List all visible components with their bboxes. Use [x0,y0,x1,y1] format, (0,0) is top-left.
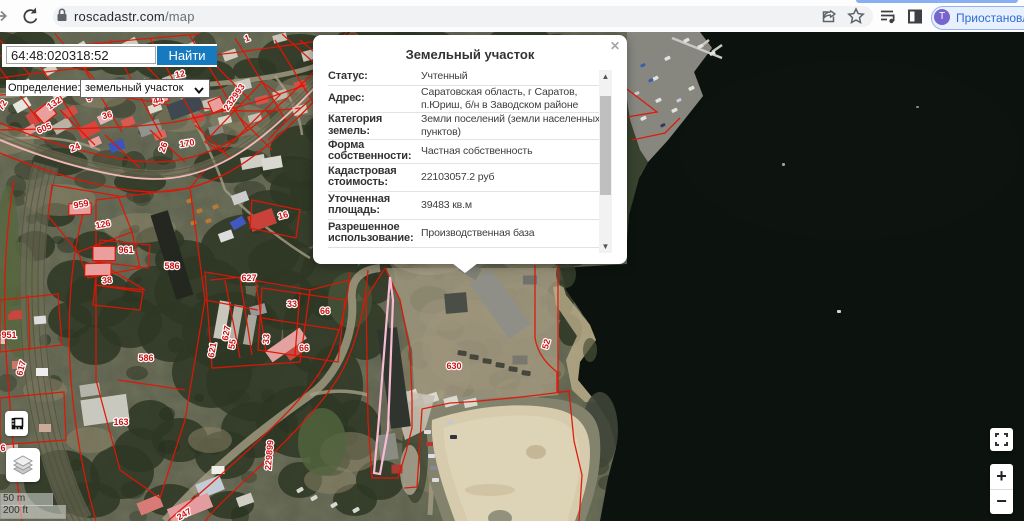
svg-text:961: 961 [118,245,133,255]
svg-text:586: 586 [138,353,153,363]
svg-text:55: 55 [226,338,238,350]
svg-text:627: 627 [241,273,256,283]
svg-text:33: 33 [261,334,272,345]
svg-text:66: 66 [299,343,309,353]
svg-text:33: 33 [287,299,297,309]
svg-text:38: 38 [102,275,113,286]
svg-text:170: 170 [179,137,195,149]
svg-text:586: 586 [164,261,179,271]
svg-text:66: 66 [320,306,330,316]
svg-text:163: 163 [113,417,128,427]
svg-text:6: 6 [0,443,5,453]
svg-text:951: 951 [1,330,16,340]
svg-text:630: 630 [446,361,461,371]
